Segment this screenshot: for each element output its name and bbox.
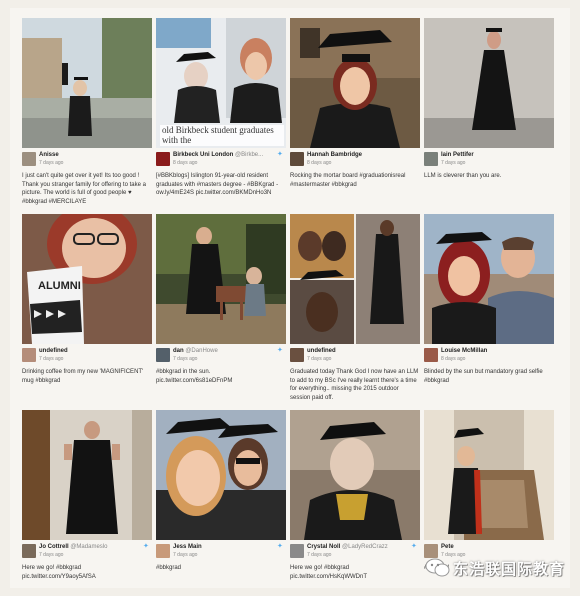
timestamp: 7 days ago (307, 552, 332, 558)
post-photo[interactable] (424, 18, 554, 148)
post-card[interactable]: undefined 7 days ago Graduated today Tha… (290, 214, 420, 402)
post-photo[interactable] (290, 410, 420, 540)
avatar[interactable] (156, 152, 170, 166)
timestamp: 7 days ago (173, 552, 198, 558)
post-photo[interactable] (156, 410, 286, 540)
author-name[interactable]: Anisse (39, 152, 59, 158)
timestamp: 7 days ago (39, 160, 64, 166)
post-text: Blinded by the sun but mandatory grad se… (424, 369, 543, 384)
post-photo[interactable] (156, 214, 286, 344)
post-photo[interactable] (424, 410, 554, 540)
timestamp: 7 days ago (39, 552, 64, 558)
author-name-label: dan (173, 348, 184, 354)
post-text: Here we go! #bbkgrad pic.twitter.com/HsK… (290, 565, 368, 580)
timestamp: 8 days ago (441, 356, 466, 362)
author-name-label: Birkbeck Uni London (173, 152, 234, 158)
post-photo[interactable]: old Birkbeck student graduates with the (156, 18, 286, 148)
author-handle: @Madameslo (70, 544, 108, 550)
twitter-icon[interactable]: ✦ (277, 347, 286, 355)
avatar[interactable] (22, 348, 36, 362)
post-photo[interactable] (22, 18, 152, 148)
author-name[interactable]: undefined (39, 348, 68, 354)
author-name[interactable]: Louise McMillan (441, 348, 487, 354)
post-card[interactable]: Jess Main 7 days ago ✦ #bbkgrad (156, 410, 286, 573)
author-name[interactable]: Crystal Noll @LadyRedCrazz (307, 544, 388, 550)
mug-label: ALUMNI (38, 280, 81, 292)
author-name-label: Jo Cottrell (39, 544, 69, 550)
avatar[interactable] (290, 152, 304, 166)
avatar[interactable] (156, 348, 170, 362)
post-card[interactable]: old Birkbeck student graduates with the … (156, 18, 286, 198)
post-card[interactable]: Louise McMillan 8 days ago Blinded by th… (424, 214, 554, 385)
photo-caption: old Birkbeck student graduates with the (160, 125, 284, 146)
avatar[interactable] (156, 544, 170, 558)
post-photo[interactable] (290, 18, 420, 148)
timestamp: 8 days ago (307, 160, 332, 166)
author-name[interactable]: Hannah Bambridge (307, 152, 362, 158)
post-card[interactable]: Hannah Bambridge 8 days ago Rocking the … (290, 18, 420, 189)
twitter-icon[interactable]: ✦ (143, 543, 152, 551)
post-card[interactable]: Iain Pettifer 7 days ago LLM is cleverer… (424, 18, 554, 181)
post-text: #bbkgrad in the sun. pic.twitter.com/6s8… (156, 369, 233, 384)
post-photo[interactable] (22, 410, 152, 540)
post-photo[interactable] (290, 214, 420, 344)
post-card[interactable]: Anisse 7 days ago I just can't quite get… (22, 18, 152, 206)
social-wall: Anisse 7 days ago I just can't quite get… (10, 8, 570, 588)
author-name[interactable]: Pete (441, 544, 454, 550)
timestamp: 7 days ago (39, 356, 64, 362)
author-name[interactable]: Jo Cottrell @Madameslo (39, 544, 107, 550)
avatar[interactable] (22, 544, 36, 558)
author-name-label: Crystal Noll (307, 544, 341, 550)
twitter-icon[interactable]: ✦ (277, 543, 286, 551)
author-handle: @LadyRedCrazz (342, 544, 388, 550)
author-name[interactable]: dan @DanHowe (173, 348, 218, 354)
post-text: Rocking the mortar board #graduationisre… (290, 173, 406, 188)
avatar[interactable] (290, 544, 304, 558)
author-handle: @Birkbe... (235, 152, 264, 158)
post-card[interactable]: Jo Cottrell @Madameslo 7 days ago ✦ Here… (22, 410, 152, 581)
post-text: [#BBKblogs] Islington 91-year-old reside… (156, 173, 279, 196)
twitter-icon[interactable]: ✦ (277, 151, 286, 159)
author-name[interactable]: undefined (307, 348, 336, 354)
avatar[interactable] (424, 152, 438, 166)
timestamp: 7 days ago (307, 356, 332, 362)
avatar[interactable] (424, 348, 438, 362)
post-card[interactable]: dan @DanHowe 7 days ago ✦ #bbkgrad in th… (156, 214, 286, 385)
author-handle: @DanHowe (185, 348, 218, 354)
wechat-logo-icon (425, 558, 450, 577)
post-photo[interactable]: ALUMNI (22, 214, 152, 344)
post-text: #bbkgrad (156, 565, 182, 571)
watermark: 东浩联国际教育 (425, 553, 575, 583)
post-text: Here we go! #bbkgrad pic.twitter.com/Y9a… (22, 565, 96, 580)
post-text: LLM is cleverer than you are. (424, 173, 502, 179)
author-name[interactable]: Birkbeck Uni London @Birkbe... (173, 152, 263, 158)
avatar[interactable] (290, 348, 304, 362)
author-name[interactable]: Jess Main (173, 544, 202, 550)
post-card[interactable]: Crystal Noll @LadyRedCrazz 7 days ago ✦ … (290, 410, 420, 581)
post-card[interactable]: Pete 7 days ago #bbkgrad (424, 410, 554, 573)
author-name[interactable]: Iain Pettifer (441, 152, 474, 158)
timestamp: 7 days ago (441, 160, 466, 166)
twitter-icon[interactable]: ✦ (411, 543, 420, 551)
timestamp: 8 days ago (173, 160, 198, 166)
watermark-text: 东浩联国际教育 (453, 561, 566, 578)
avatar[interactable] (22, 152, 36, 166)
timestamp: 7 days ago (173, 356, 198, 362)
post-photo[interactable] (424, 214, 554, 344)
post-text: Graduated today Thank God I now have an … (290, 369, 419, 401)
post-card[interactable]: ALUMNI undefined 7 days ago Drinking cof… (22, 214, 152, 385)
post-text: Drinking coffee from my new 'MAGNIFICENT… (22, 369, 144, 384)
post-text: I just can't quite get over it yet! Its … (22, 173, 146, 205)
